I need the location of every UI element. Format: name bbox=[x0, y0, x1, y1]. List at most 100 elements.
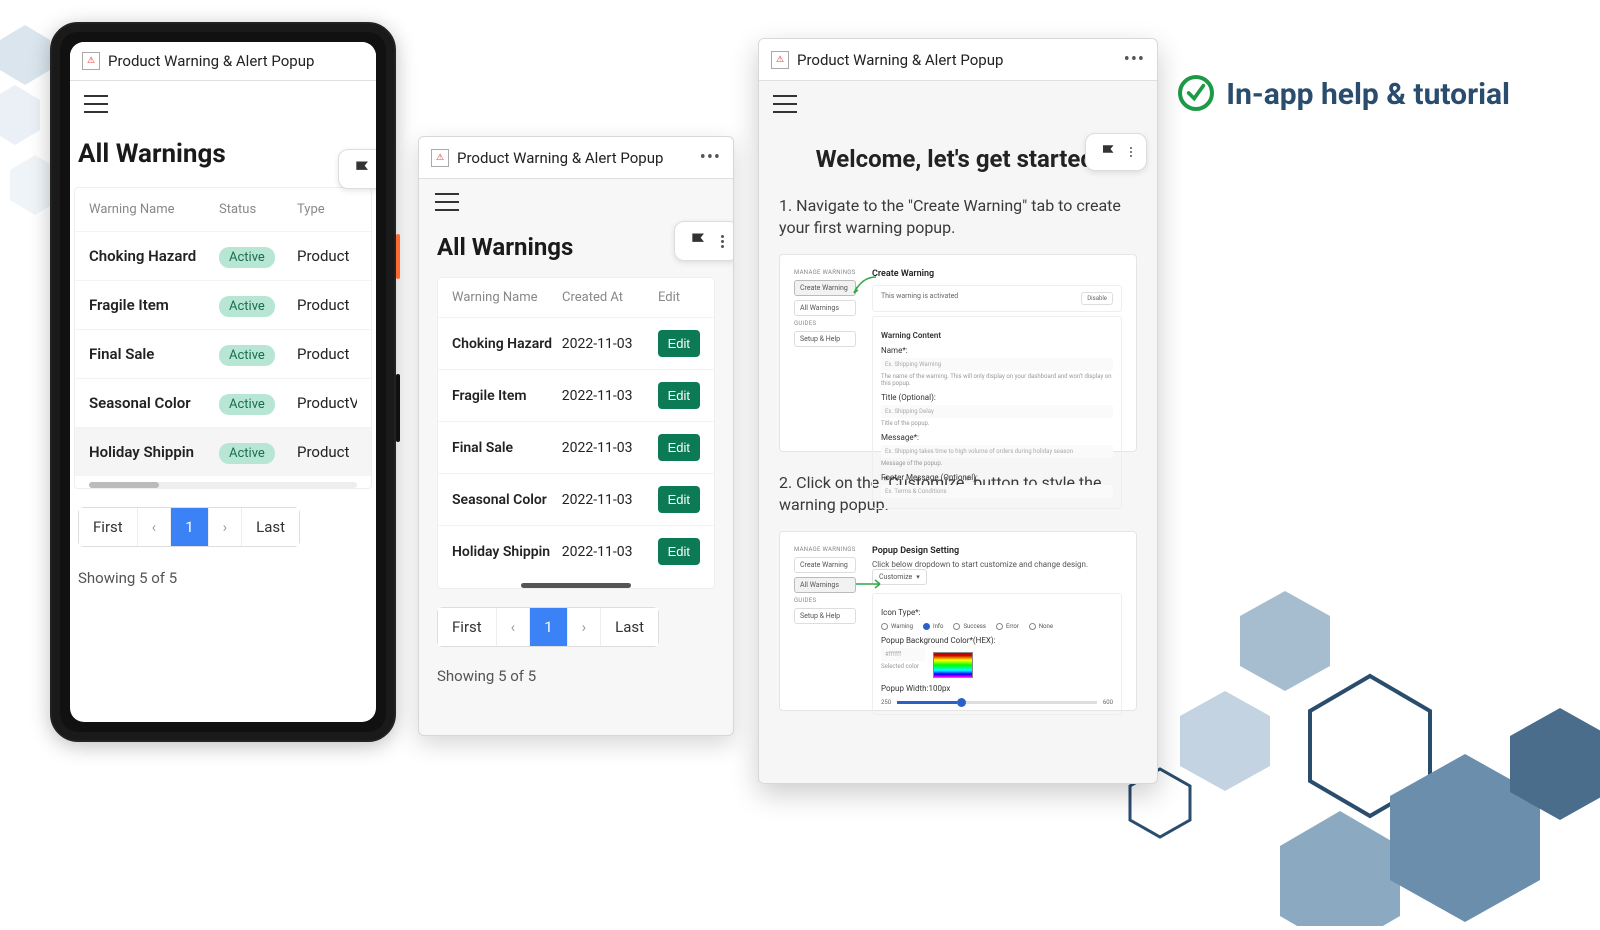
mini-label: GUIDES bbox=[794, 597, 856, 604]
app-header: ⚠ Product Warning & Alert Popup ••• bbox=[419, 137, 733, 179]
page-next[interactable]: › bbox=[568, 608, 602, 646]
cell-name: Final Sale bbox=[89, 345, 219, 363]
tutorial-step-1: 1. Navigate to the "Create Warning" tab … bbox=[759, 195, 1157, 254]
cell-name: Holiday Shippin bbox=[89, 443, 219, 461]
app-title: Product Warning & Alert Popup bbox=[108, 52, 314, 70]
page-title: All Warnings bbox=[70, 127, 376, 187]
page-prev[interactable]: ‹ bbox=[138, 508, 172, 546]
mini-setup: Setup & Help bbox=[794, 331, 856, 347]
cell-date: 2022-11-03 bbox=[562, 336, 658, 352]
table-header: Warning Name Created At Edit bbox=[438, 278, 714, 317]
page-current[interactable]: 1 bbox=[530, 608, 567, 646]
warnings-table: Warning Name Created At Edit Choking Haz… bbox=[437, 277, 715, 589]
decoration-br bbox=[1110, 566, 1600, 930]
mini-label: MANAGE WARNINGS bbox=[794, 269, 856, 276]
col-edit: Edit bbox=[658, 290, 700, 305]
col-created: Created At bbox=[562, 290, 658, 305]
mini-disable: Disable bbox=[1081, 292, 1113, 305]
cell-name: Holiday Shippin bbox=[452, 544, 562, 560]
tutorial-screenshot-2: MANAGE WARNINGS Create Warning All Warni… bbox=[779, 531, 1137, 711]
hamburger-menu[interactable] bbox=[773, 95, 797, 113]
pagination: First ‹ 1 › Last bbox=[78, 507, 300, 547]
flag-icon bbox=[1100, 143, 1118, 161]
cell-type: Product bbox=[297, 443, 357, 461]
table-row[interactable]: Holiday Shippin Active Product bbox=[75, 427, 371, 476]
page-last[interactable]: Last bbox=[601, 608, 658, 646]
mini-all-warnings: All Warnings bbox=[794, 577, 856, 593]
table-row[interactable]: Final Sale 2022-11-03 Edit bbox=[438, 421, 714, 473]
cell-date: 2022-11-03 bbox=[562, 492, 658, 508]
flag-action[interactable] bbox=[1085, 133, 1147, 171]
flag-action[interactable] bbox=[674, 221, 734, 261]
app-header: ⚠ Product Warning & Alert Popup bbox=[70, 42, 376, 81]
table-row[interactable]: Seasonal Color 2022-11-03 Edit bbox=[438, 473, 714, 525]
cell-name: Choking Hazard bbox=[89, 247, 219, 265]
edit-button[interactable]: Edit bbox=[658, 330, 700, 357]
kebab-icon[interactable] bbox=[721, 235, 724, 248]
showing-text: Showing 5 of 5 bbox=[70, 565, 376, 601]
tutorial-panel: ⚠ Product Warning & Alert Popup ••• Welc… bbox=[758, 38, 1158, 784]
col-status: Status bbox=[219, 202, 297, 217]
col-type: Type bbox=[297, 202, 357, 217]
table-row[interactable]: Fragile Item Active Product bbox=[75, 280, 371, 329]
mini-heading: Popup Design Setting bbox=[872, 546, 1122, 556]
more-menu[interactable]: ••• bbox=[1124, 49, 1145, 70]
table-row[interactable]: Fragile Item 2022-11-03 Edit bbox=[438, 369, 714, 421]
app-icon: ⚠ bbox=[431, 149, 449, 167]
hamburger-menu[interactable] bbox=[435, 193, 459, 211]
cell-name: Seasonal Color bbox=[89, 394, 219, 412]
status-badge: Active bbox=[219, 394, 275, 415]
page-first[interactable]: First bbox=[79, 508, 138, 546]
table-row[interactable]: Choking Hazard 2022-11-03 Edit bbox=[438, 317, 714, 369]
page-prev[interactable]: ‹ bbox=[497, 608, 531, 646]
cell-name: Seasonal Color bbox=[452, 492, 562, 508]
check-icon bbox=[1178, 75, 1214, 111]
app-title: Product Warning & Alert Popup bbox=[797, 51, 1003, 69]
arrow-icon bbox=[852, 576, 882, 592]
page-first[interactable]: First bbox=[438, 608, 497, 646]
mini-subheading: Warning Content bbox=[881, 331, 1113, 340]
table-row[interactable]: Final Sale Active Product bbox=[75, 329, 371, 378]
cell-date: 2022-11-03 bbox=[562, 388, 658, 404]
status-badge: Active bbox=[219, 296, 275, 317]
horizontal-scrollbar[interactable] bbox=[521, 583, 631, 588]
cell-name: Fragile Item bbox=[452, 388, 562, 404]
hamburger-menu[interactable] bbox=[84, 95, 108, 113]
mini-all-warnings: All Warnings bbox=[794, 300, 856, 316]
mini-create-warning: Create Warning bbox=[794, 280, 856, 296]
cell-type: Product bbox=[297, 296, 357, 314]
arrow-icon bbox=[852, 275, 878, 297]
annotation-label: In-app help & tutorial bbox=[1178, 75, 1510, 114]
mini-slider: 250 600 bbox=[881, 699, 1113, 706]
horizontal-scrollbar[interactable] bbox=[89, 482, 357, 488]
cell-name: Fragile Item bbox=[89, 296, 219, 314]
more-menu[interactable]: ••• bbox=[700, 147, 721, 168]
status-badge: Active bbox=[219, 443, 275, 464]
tutorial-screenshot-1: MANAGE WARNINGS Create Warning All Warni… bbox=[779, 254, 1137, 452]
kebab-icon[interactable] bbox=[1130, 147, 1132, 157]
table-header: Warning Name Status Type bbox=[75, 188, 371, 231]
mini-label: GUIDES bbox=[794, 320, 856, 327]
color-picker-icon bbox=[933, 652, 973, 678]
status-badge: Active bbox=[219, 345, 275, 366]
app-title: Product Warning & Alert Popup bbox=[457, 149, 663, 167]
cell-name: Final Sale bbox=[452, 440, 562, 456]
mini-row: This warning is activated Disable bbox=[872, 285, 1122, 312]
page-next[interactable]: › bbox=[209, 508, 243, 546]
page-current[interactable]: 1 bbox=[171, 508, 208, 546]
status-badge: Active bbox=[219, 247, 275, 268]
edit-button[interactable]: Edit bbox=[658, 434, 700, 461]
cell-name: Choking Hazard bbox=[452, 336, 562, 352]
cell-type: ProductVa bbox=[297, 394, 357, 412]
table-row[interactable]: Holiday Shippin 2022-11-03 Edit bbox=[438, 525, 714, 577]
table-row[interactable]: Seasonal Color Active ProductVa bbox=[75, 378, 371, 427]
page-last[interactable]: Last bbox=[242, 508, 299, 546]
mini-create-warning: Create Warning bbox=[794, 557, 856, 573]
edit-button[interactable]: Edit bbox=[658, 538, 700, 565]
app-header: ⚠ Product Warning & Alert Popup ••• bbox=[759, 39, 1157, 81]
table-row[interactable]: Choking Hazard Active Product bbox=[75, 231, 371, 280]
warnings-table: Warning Name Status Type Choking Hazard … bbox=[74, 187, 372, 489]
edit-button[interactable]: Edit bbox=[658, 486, 700, 513]
flag-action[interactable] bbox=[338, 149, 376, 189]
edit-button[interactable]: Edit bbox=[658, 382, 700, 409]
